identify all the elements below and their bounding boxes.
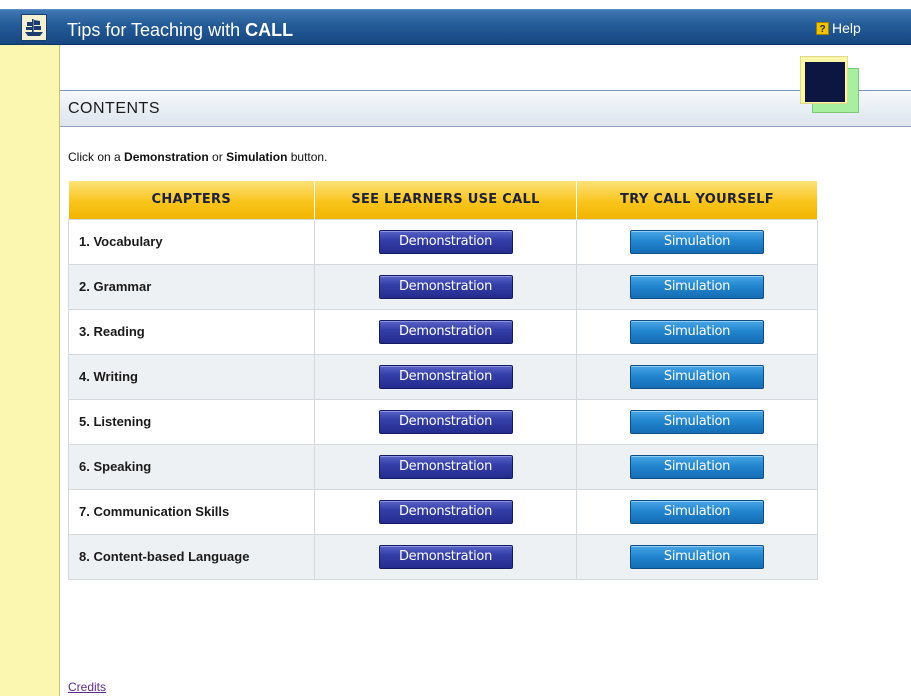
demo-cell: Demonstration: [314, 218, 577, 265]
sim-cell: Simulation: [576, 488, 818, 535]
instruction-demo-word: Demonstration: [124, 150, 209, 164]
app-title: Tips for Teaching with CALL: [67, 20, 293, 41]
simulation-button[interactable]: Simulation: [630, 499, 764, 524]
sim-cell: Simulation: [576, 353, 818, 400]
help-label: Help: [832, 20, 861, 36]
credits-link[interactable]: Credits: [68, 680, 106, 694]
demonstration-button[interactable]: Demonstration: [378, 364, 513, 389]
contents-header-band: CONTENTS: [60, 91, 911, 127]
chapter-name: 6. Speaking: [68, 443, 315, 490]
decorative-navy-square: [805, 62, 845, 102]
sim-cell: Simulation: [576, 398, 818, 445]
chapter-name: 8. Content-based Language: [68, 533, 315, 580]
page-title: CONTENTS: [68, 100, 160, 117]
chapter-name: 4. Writing: [68, 353, 315, 400]
column-header-try-call: TRY CALL YOURSELF: [576, 181, 818, 219]
table-row: 7. Communication Skills Demonstration Si…: [68, 488, 818, 535]
demonstration-button[interactable]: Demonstration: [378, 454, 513, 479]
simulation-button[interactable]: Simulation: [630, 409, 764, 434]
title-bar: Tips for Teaching with CALL ? Help: [0, 9, 911, 45]
demo-cell: Demonstration: [314, 533, 577, 580]
demo-cell: Demonstration: [314, 263, 577, 310]
chapter-name: 7. Communication Skills: [68, 488, 315, 535]
table-row: 6. Speaking Demonstration Simulation: [68, 443, 818, 490]
sim-cell: Simulation: [576, 218, 818, 265]
simulation-button[interactable]: Simulation: [630, 274, 764, 299]
table-row: 4. Writing Demonstration Simulation: [68, 353, 818, 400]
chapter-name: 2. Grammar: [68, 263, 315, 310]
chapter-name: 5. Listening: [68, 398, 315, 445]
sim-cell: Simulation: [576, 308, 818, 355]
table-row: 5. Listening Demonstration Simulation: [68, 398, 818, 445]
column-header-chapters: CHAPTERS: [68, 181, 315, 219]
demo-cell: Demonstration: [314, 398, 577, 445]
table-row: 1. Vocabulary Demonstration Simulation: [68, 218, 818, 265]
instruction-middle: or: [208, 150, 227, 164]
demo-cell: Demonstration: [314, 353, 577, 400]
help-icon: ?: [816, 21, 829, 35]
instruction-suffix: button.: [287, 150, 328, 164]
demonstration-button[interactable]: Demonstration: [378, 409, 513, 434]
chapter-name: 3. Reading: [68, 308, 315, 355]
table-row: 3. Reading Demonstration Simulation: [68, 308, 818, 355]
table-row: 2. Grammar Demonstration Simulation: [68, 263, 818, 310]
sim-cell: Simulation: [576, 533, 818, 580]
simulation-button[interactable]: Simulation: [630, 229, 764, 254]
demonstration-button[interactable]: Demonstration: [378, 274, 513, 299]
demo-cell: Demonstration: [314, 308, 577, 355]
instruction-text: Click on a Demonstration or Simulation b…: [68, 150, 327, 164]
simulation-button[interactable]: Simulation: [630, 544, 764, 569]
ship-logo-icon: [21, 14, 47, 41]
table-header-row: CHAPTERS SEE LEARNERS USE CALL TRY CALL …: [68, 181, 818, 219]
simulation-button[interactable]: Simulation: [630, 454, 764, 479]
demonstration-button[interactable]: Demonstration: [378, 499, 513, 524]
simulation-button[interactable]: Simulation: [630, 319, 764, 344]
sim-cell: Simulation: [576, 263, 818, 310]
demo-cell: Demonstration: [314, 443, 577, 490]
sim-cell: Simulation: [576, 443, 818, 490]
demonstration-button[interactable]: Demonstration: [378, 229, 513, 254]
table-row: 8. Content-based Language Demonstration …: [68, 533, 818, 580]
simulation-button[interactable]: Simulation: [630, 364, 764, 389]
demo-cell: Demonstration: [314, 488, 577, 535]
demonstration-button[interactable]: Demonstration: [378, 544, 513, 569]
column-header-see-learners: SEE LEARNERS USE CALL: [314, 181, 577, 219]
app-title-prefix: Tips for Teaching with: [67, 20, 246, 40]
app-title-bold: CALL: [245, 20, 294, 40]
chapter-name: 1. Vocabulary: [68, 218, 315, 265]
left-sidebar-strip: [0, 45, 60, 696]
demonstration-button[interactable]: Demonstration: [378, 319, 513, 344]
chapters-table: CHAPTERS SEE LEARNERS USE CALL TRY CALL …: [68, 181, 818, 580]
help-button[interactable]: ? Help: [816, 20, 861, 36]
instruction-prefix: Click on a: [68, 150, 125, 164]
instruction-sim-word: Simulation: [226, 150, 288, 164]
